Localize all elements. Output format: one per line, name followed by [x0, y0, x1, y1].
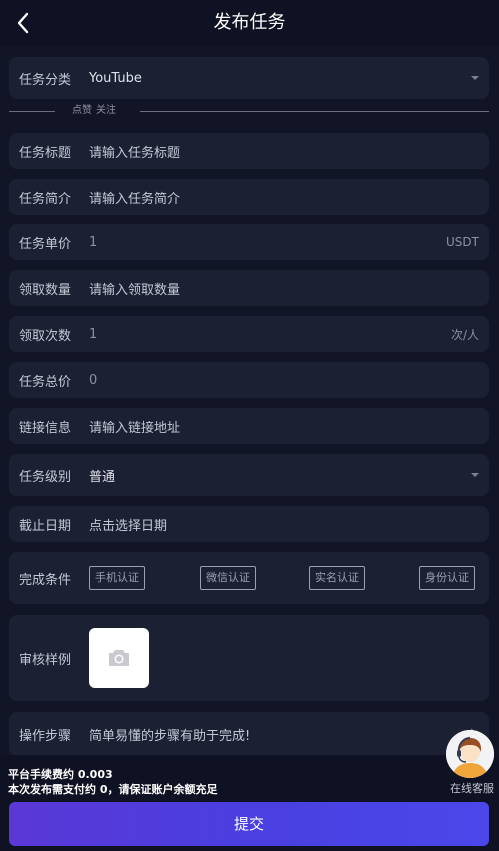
steps-field[interactable]: 操作步骤 简单易懂的步骤有助于完成!: [9, 712, 489, 756]
total-field: 任务总价 0: [9, 362, 489, 398]
category-label: 任务分类: [19, 72, 72, 88]
task-type-divider: 点赞 关注: [9, 100, 489, 122]
customer-service-widget[interactable]: 在线客服: [444, 730, 496, 796]
link-input[interactable]: 请输入链接地址: [89, 408, 449, 444]
deadline-picker[interactable]: 点击选择日期: [89, 506, 449, 542]
level-label: 任务级别: [19, 469, 72, 485]
condition-wechat[interactable]: 微信认证: [200, 566, 256, 590]
unit-price-field[interactable]: 任务单价 1 USDT: [9, 224, 489, 260]
intro-input[interactable]: 请输入任务简介: [89, 179, 449, 215]
fee-text: 平台手续费约 0.003: [8, 768, 113, 781]
quantity-input[interactable]: 请输入领取数量: [89, 270, 449, 306]
category-value: YouTube: [89, 70, 142, 86]
header-bar: 发布任务: [0, 0, 499, 46]
support-avatar: [446, 730, 494, 778]
unit-price-unit: USDT: [446, 235, 479, 249]
link-field[interactable]: 链接信息 请输入链接地址: [9, 408, 489, 444]
condition-phone[interactable]: 手机认证: [89, 566, 145, 590]
payment-notice: 本次发布需支付约 0，请保证账户余额充足: [8, 783, 218, 796]
support-label: 在线客服: [450, 782, 494, 795]
unit-price-input[interactable]: 1: [89, 224, 449, 260]
level-select[interactable]: 任务级别 普通: [9, 454, 489, 496]
dropdown-caret-icon: [471, 473, 479, 477]
tag-like[interactable]: 点赞: [72, 105, 92, 116]
deadline-field[interactable]: 截止日期 点击选择日期: [9, 506, 489, 542]
condition-identity[interactable]: 身份认证: [419, 566, 475, 590]
total-label: 任务总价: [19, 374, 72, 390]
level-value: 普通: [89, 469, 116, 485]
title-label: 任务标题: [19, 145, 72, 161]
sample-field: 审核样例: [9, 615, 489, 701]
title-input[interactable]: 请输入任务标题: [89, 133, 449, 169]
times-input[interactable]: 1: [89, 316, 449, 352]
submit-button[interactable]: 提交: [9, 802, 489, 846]
link-label: 链接信息: [19, 420, 72, 436]
steps-label: 操作步骤: [19, 728, 72, 744]
condition-realname[interactable]: 实名认证: [309, 566, 365, 590]
total-value: 0: [89, 372, 98, 388]
sample-label: 审核样例: [19, 652, 72, 668]
page-title: 发布任务: [213, 12, 286, 33]
tag-follow[interactable]: 关注: [96, 105, 116, 116]
quantity-label: 领取数量: [19, 282, 72, 298]
times-unit: 次/人: [450, 327, 479, 342]
task-type-tags: 点赞 关注: [72, 100, 120, 122]
steps-input[interactable]: 简单易懂的步骤有助于完成!: [89, 712, 449, 756]
support-agent-icon: [446, 730, 494, 778]
conditions-label: 完成条件: [19, 572, 72, 588]
category-select[interactable]: 任务分类 YouTube: [9, 57, 489, 99]
times-field[interactable]: 领取次数 1 次/人: [9, 316, 489, 352]
camera-icon: [109, 650, 129, 666]
title-field[interactable]: 任务标题 请输入任务标题: [9, 133, 489, 169]
quantity-field[interactable]: 领取数量 请输入领取数量: [9, 270, 489, 306]
intro-label: 任务简介: [19, 191, 72, 207]
deadline-label: 截止日期: [19, 518, 72, 534]
dropdown-caret-icon: [471, 76, 479, 80]
intro-field[interactable]: 任务简介 请输入任务简介: [9, 179, 489, 215]
image-upload-button[interactable]: [89, 628, 149, 688]
unit-price-label: 任务单价: [19, 236, 72, 252]
times-label: 领取次数: [19, 328, 72, 344]
conditions-field: 完成条件 手机认证 微信认证 实名认证 身份认证: [9, 552, 489, 604]
